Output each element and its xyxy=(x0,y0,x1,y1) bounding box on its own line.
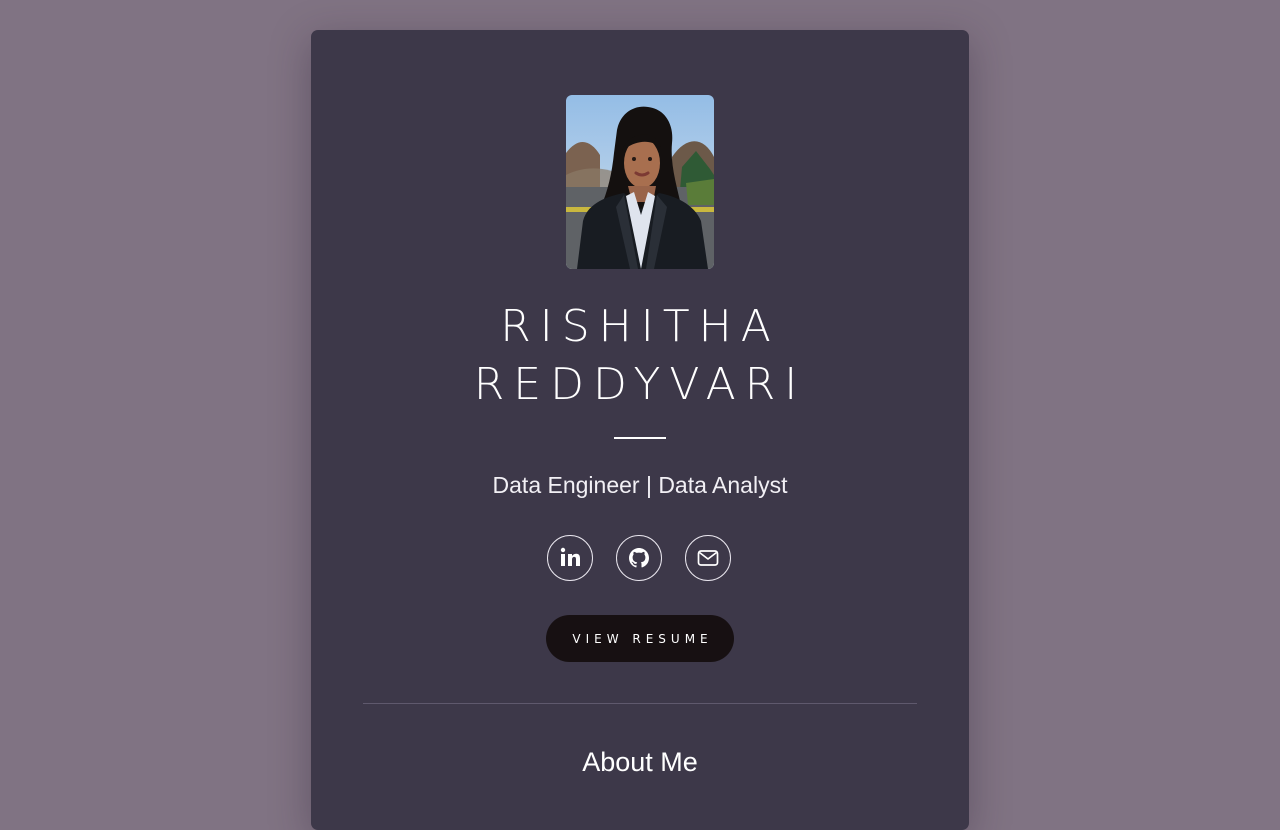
profile-name: RISHITHA REDDYVARI xyxy=(311,298,969,414)
profile-photo-image xyxy=(566,95,714,269)
github-button[interactable] xyxy=(616,535,662,581)
email-button[interactable] xyxy=(685,535,731,581)
profile-title: Data Engineer | Data Analyst xyxy=(492,472,788,498)
view-resume-button[interactable]: VIEW RESUME xyxy=(546,615,734,662)
profile-card: RISHITHA REDDYVARI Data Engineer | Data … xyxy=(311,30,969,830)
profile-last-name: REDDYVARI xyxy=(473,359,807,410)
linkedin-button[interactable] xyxy=(547,535,593,581)
github-icon xyxy=(629,548,649,568)
about-me-heading: About Me xyxy=(582,747,698,777)
profile-photo xyxy=(566,95,714,269)
section-divider xyxy=(363,703,917,704)
linkedin-icon xyxy=(560,547,580,566)
profile-first-name: RISHITHA xyxy=(500,301,780,352)
name-divider xyxy=(614,437,666,439)
mail-icon xyxy=(697,550,719,566)
